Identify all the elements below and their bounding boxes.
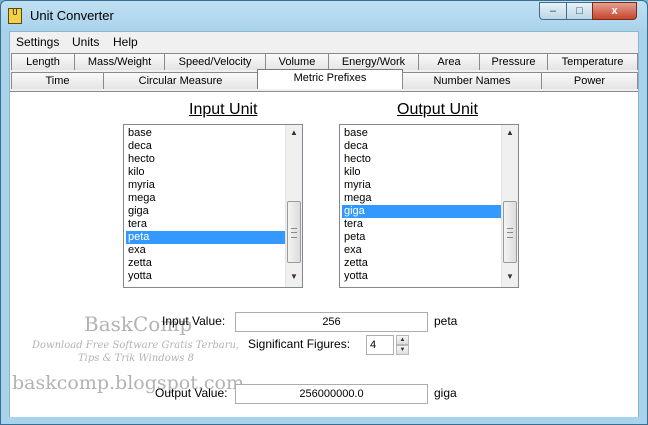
significant-figures-label: Significant Figures:	[248, 337, 351, 351]
list-item[interactable]: deca	[126, 140, 286, 153]
list-item[interactable]: hecto	[126, 153, 286, 166]
tab-circular-measure[interactable]: Circular Measure	[103, 72, 258, 89]
output-unit-listbox[interactable]: base deca hecto kilo myria mega giga tera peta ex…	[339, 124, 519, 288]
list-item[interactable]: tera	[126, 218, 286, 231]
output-unit-scrollbar[interactable]: ▲ ▼	[501, 125, 518, 287]
output-value-unit: giga	[434, 386, 457, 400]
tab-number-names[interactable]: Number Names	[402, 72, 542, 89]
menu-settings[interactable]: Settings	[16, 35, 59, 49]
list-item[interactable]: base	[126, 127, 286, 140]
menu-units[interactable]: Units	[72, 35, 99, 49]
list-item[interactable]: kilo	[342, 166, 502, 179]
list-item[interactable]: tera	[342, 218, 502, 231]
output-unit-heading: Output Unit	[397, 101, 478, 118]
tab-power[interactable]: Power	[541, 72, 638, 89]
input-value-field[interactable]: 256	[235, 312, 428, 332]
list-item[interactable]: exa	[126, 244, 286, 257]
close-button[interactable]: x	[592, 2, 637, 20]
tab-area[interactable]: Area	[418, 53, 480, 70]
tab-energy-work[interactable]: Energy/Work	[328, 53, 419, 70]
grip-icon	[291, 228, 297, 238]
app-window: U Unit Converter ‒ □ x Settings Units He…	[0, 0, 648, 425]
tab-length[interactable]: Length	[11, 53, 75, 70]
significant-figures-input[interactable]: 4	[366, 335, 394, 355]
tab-strip: Length Mass/Weight Speed/Velocity Volume…	[10, 51, 638, 91]
list-item[interactable]: giga	[126, 205, 286, 218]
input-value-label: Input Value:	[162, 314, 226, 328]
menu-bar: Settings Units Help	[10, 32, 638, 51]
scroll-up-arrow[interactable]: ▲	[286, 125, 302, 141]
list-item[interactable]: hecto	[342, 153, 502, 166]
list-item[interactable]: mega	[342, 192, 502, 205]
input-unit-scrollbar[interactable]: ▲ ▼	[285, 125, 302, 287]
list-item[interactable]: giga	[342, 205, 502, 218]
metric-prefixes-page: BaskComp Download Free Software Gratis T…	[10, 91, 638, 417]
tab-volume[interactable]: Volume	[265, 53, 329, 70]
app-icon: U	[8, 8, 22, 24]
scroll-down-arrow[interactable]: ▼	[286, 269, 302, 285]
maximize-button[interactable]: □	[566, 2, 593, 20]
menu-help[interactable]: Help	[113, 35, 138, 49]
window-title: Unit Converter	[30, 8, 114, 23]
scroll-thumb[interactable]	[503, 201, 517, 263]
watermark-line2: Tips & Trik Windows 8	[78, 353, 194, 364]
spin-up-button[interactable]: ▲	[396, 335, 409, 345]
tab-speed-velocity[interactable]: Speed/Velocity	[164, 53, 266, 70]
tab-temperature[interactable]: Temperature	[547, 53, 638, 70]
list-item[interactable]: mega	[126, 192, 286, 205]
list-item[interactable]: myria	[126, 179, 286, 192]
list-item[interactable]: base	[342, 127, 502, 140]
list-item[interactable]: yotta	[342, 270, 502, 283]
minimize-button[interactable]: ‒	[539, 2, 567, 20]
list-item[interactable]: peta	[126, 231, 286, 244]
list-item[interactable]: peta	[342, 231, 502, 244]
client-area: Settings Units Help Length Mass/Weight S…	[9, 31, 639, 417]
input-unit-heading: Input Unit	[189, 101, 258, 118]
tab-pressure[interactable]: Pressure	[479, 53, 548, 70]
scroll-thumb[interactable]	[287, 201, 301, 263]
grip-icon	[507, 228, 513, 238]
tab-time[interactable]: Time	[11, 72, 104, 89]
output-value-field[interactable]: 256000000.0	[235, 384, 428, 404]
input-value-unit: peta	[434, 314, 458, 328]
title-bar[interactable]: U Unit Converter ‒ □ x	[1, 1, 647, 31]
list-item[interactable]: deca	[342, 140, 502, 153]
watermark-line1: Download Free Software Gratis Terbaru,	[32, 340, 240, 351]
list-item[interactable]: exa	[342, 244, 502, 257]
list-item[interactable]: kilo	[126, 166, 286, 179]
list-item[interactable]: yotta	[126, 270, 286, 283]
scroll-up-arrow[interactable]: ▲	[502, 125, 518, 141]
output-value-label: Output Value:	[155, 386, 228, 400]
list-item[interactable]: zetta	[342, 257, 502, 270]
list-item[interactable]: zetta	[126, 257, 286, 270]
tab-metric-prefixes[interactable]: Metric Prefixes	[257, 69, 403, 89]
list-item[interactable]: myria	[342, 179, 502, 192]
scroll-down-arrow[interactable]: ▼	[502, 269, 518, 285]
spin-down-button[interactable]: ▼	[396, 345, 409, 355]
input-unit-listbox[interactable]: base deca hecto kilo myria mega giga tera peta ex…	[123, 124, 303, 288]
tab-mass-weight[interactable]: Mass/Weight	[74, 53, 165, 70]
